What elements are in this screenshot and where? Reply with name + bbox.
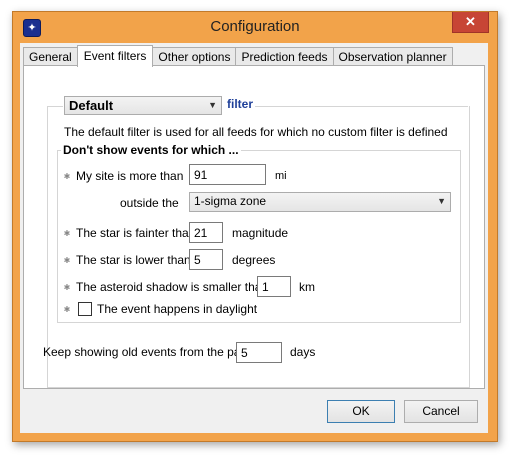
bullet-icon: ✱: [63, 305, 71, 314]
tab-observation-planner[interactable]: Observation planner: [332, 47, 453, 66]
exclusion-group-title: Don't show events for which ...: [61, 143, 241, 157]
altitude-input[interactable]: [189, 249, 223, 270]
fainter-label: The star is fainter than: [76, 226, 196, 240]
tab-strip: General Event filters Other options Pred…: [23, 45, 453, 67]
site-distance-unit: mi: [275, 170, 287, 182]
configuration-window: ✦ Configuration ✕ General Event filters …: [12, 11, 498, 442]
shadow-size-unit: km: [299, 280, 315, 294]
daylight-label: The event happens in daylight: [97, 302, 258, 316]
altitude-unit: degrees: [232, 253, 276, 267]
keep-days-input[interactable]: [236, 342, 282, 363]
filter-label: filter: [227, 97, 254, 111]
chevron-down-icon: ▼: [208, 100, 217, 110]
filter-description: The default filter is used for all feeds…: [64, 125, 448, 139]
shadow-label: The asteroid shadow is smaller than: [76, 280, 269, 294]
keep-days-unit: days: [290, 345, 316, 359]
filter-select[interactable]: Default ▼: [64, 96, 222, 115]
magnitude-input[interactable]: [189, 222, 223, 243]
magnitude-unit: magnitude: [232, 226, 289, 240]
keep-events-label: Keep showing old events from the past: [43, 345, 250, 359]
event-filters-page: Default ▼ filter The default filter is u…: [23, 65, 485, 389]
tab-prediction-feeds[interactable]: Prediction feeds: [235, 47, 334, 66]
altitude-label: The star is lower than: [76, 253, 191, 267]
window-title: Configuration: [210, 18, 300, 35]
title-bar[interactable]: ✦ Configuration ✕: [13, 12, 497, 42]
tab-event-filters[interactable]: Event filters: [76, 45, 154, 67]
dialog-body: General Event filters Other options Pred…: [20, 43, 488, 433]
zone-select-value: 1-sigma zone: [194, 194, 267, 208]
tab-general[interactable]: General: [23, 47, 78, 66]
zone-select[interactable]: 1-sigma zone ▼: [189, 192, 451, 212]
tab-other-options[interactable]: Other options: [152, 47, 237, 66]
daylight-checkbox[interactable]: [78, 302, 92, 316]
site-distance-input[interactable]: [189, 164, 266, 185]
bullet-icon: ✱: [63, 229, 71, 238]
outside-label: outside the: [120, 196, 179, 210]
chevron-down-icon: ▼: [437, 196, 446, 206]
filter-select-value: Default: [69, 98, 114, 113]
bullet-icon: ✱: [63, 172, 71, 181]
ok-button[interactable]: OK: [327, 400, 395, 423]
bullet-icon: ✱: [63, 256, 71, 265]
cancel-button[interactable]: Cancel: [404, 400, 478, 423]
bullet-icon: ✱: [63, 283, 71, 292]
shadow-size-input[interactable]: [257, 276, 291, 297]
close-button[interactable]: ✕: [452, 12, 489, 33]
site-distance-label: My site is more than: [76, 169, 184, 183]
